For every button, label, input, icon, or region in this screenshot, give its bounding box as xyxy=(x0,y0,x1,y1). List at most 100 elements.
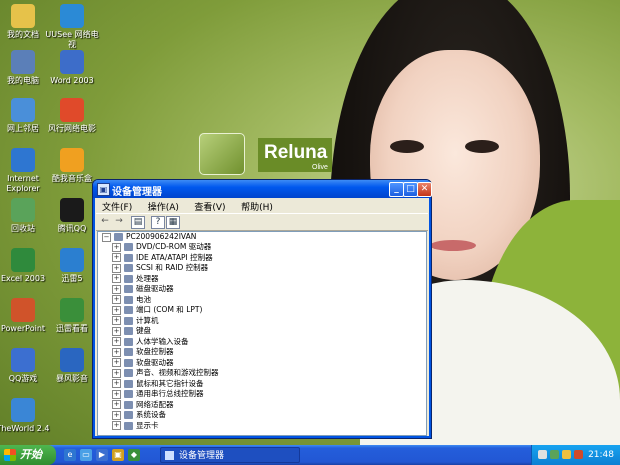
desktop-icon-label: 酷我音乐盒 xyxy=(52,174,92,183)
tree-item[interactable]: + DVD/CD-ROM 驱动器 xyxy=(112,242,211,252)
windows-logo-icon xyxy=(199,133,245,175)
expand-icon[interactable]: + xyxy=(112,358,121,367)
tree-item-label: 显示卡 xyxy=(136,420,159,430)
tree-item[interactable]: + 软盘驱动器 xyxy=(112,358,174,368)
menu-help[interactable]: 帮助(H) xyxy=(235,199,279,214)
network-tray-icon[interactable] xyxy=(550,450,559,459)
tree-item[interactable]: + SCSI 和 RAID 控制器 xyxy=(112,263,208,273)
network-icon xyxy=(11,98,35,122)
expand-icon[interactable]: + xyxy=(112,347,121,357)
console-tree-icon[interactable]: ▤ xyxy=(131,216,145,229)
tree-item[interactable]: + 软盘控制器 xyxy=(112,347,174,357)
properties-icon[interactable]: ? xyxy=(151,216,165,229)
expand-icon[interactable]: + xyxy=(112,295,121,304)
tree-item[interactable]: + 处理器 xyxy=(112,274,159,284)
desktop-icon[interactable]: 风行网络电影 xyxy=(42,98,102,134)
minimize-button[interactable]: _ xyxy=(389,182,404,197)
maximize-button[interactable]: □ xyxy=(403,182,418,197)
tree-item[interactable]: + 显示卡 xyxy=(112,421,159,431)
app-tray-icon[interactable] xyxy=(562,450,571,459)
forward-arrow-icon[interactable]: → xyxy=(113,216,125,227)
tree-item-label: IDE ATA/ATAPI 控制器 xyxy=(136,252,213,262)
device-category-icon xyxy=(124,264,133,272)
expand-icon[interactable]: + xyxy=(112,400,121,409)
expand-icon[interactable]: + xyxy=(112,326,121,336)
desktop-icon-label: PowerPoint xyxy=(0,324,46,333)
close-button[interactable]: ✕ xyxy=(417,182,432,197)
tree-item-label: 网络适配器 xyxy=(136,399,174,409)
back-arrow-icon[interactable]: ← xyxy=(99,216,111,227)
desktop-icon[interactable]: TheWorld 2.4 xyxy=(0,398,53,434)
expand-icon[interactable]: + xyxy=(112,253,121,262)
tree-item[interactable]: + IDE ATA/ATAPI 控制器 xyxy=(112,253,213,263)
tree-item[interactable]: + 电池 xyxy=(112,295,151,305)
expand-icon[interactable]: + xyxy=(112,389,121,399)
excel-icon xyxy=(11,248,35,272)
expand-icon[interactable]: + xyxy=(112,274,121,283)
tree-item[interactable]: + 键盘 xyxy=(112,326,151,336)
expand-icon[interactable]: + xyxy=(112,368,121,378)
tree-root[interactable]: − PC200906242IVAN xyxy=(102,232,196,242)
tree-item[interactable]: + 声音、视频和游戏控制器 xyxy=(112,368,219,378)
desktop-icon-label: 暴风影音 xyxy=(56,374,88,383)
device-tree[interactable]: − PC200906242IVAN + DVD/CD-ROM 驱动器 + IDE ATA… xyxy=(97,231,427,436)
device-category-icon xyxy=(124,348,133,356)
expand-icon[interactable]: + xyxy=(112,242,121,252)
tree-item-label: 声音、视频和游戏控制器 xyxy=(136,368,219,377)
explorer-quicklaunch-icon[interactable]: ▣ xyxy=(112,449,124,461)
expand-icon[interactable]: + xyxy=(112,284,121,294)
app-quicklaunch-icon[interactable]: ◆ xyxy=(128,449,140,461)
clock[interactable]: 21:48 xyxy=(588,445,614,465)
refresh-icon[interactable]: ▦ xyxy=(166,216,180,229)
tree-item[interactable]: + 端口 (COM 和 LPT) xyxy=(112,305,202,315)
window-titlebar[interactable]: ▣ 设备管理器 _ □ ✕ xyxy=(93,180,432,198)
tree-item[interactable]: + 系统设备 xyxy=(112,410,166,420)
desktop-icon[interactable]: 酷我音乐盒 xyxy=(42,148,102,184)
desktop-quicklaunch-icon[interactable]: ▭ xyxy=(80,449,92,461)
tree-item[interactable]: + 磁盘驱动器 xyxy=(112,284,174,294)
tree-item[interactable]: + 通用串行总线控制器 xyxy=(112,389,204,399)
menu-view[interactable]: 查看(V) xyxy=(188,199,231,214)
device-manager-window[interactable]: ▣ 设备管理器 _ □ ✕ 文件(F) 操作(A) 查看(V) 帮助(H) ← … xyxy=(92,179,432,439)
security-tray-icon[interactable] xyxy=(574,450,583,459)
desktop-icon-label: Word 2003 xyxy=(50,76,94,85)
tree-item[interactable]: + 人体学输入设备 xyxy=(112,337,189,347)
device-category-icon xyxy=(124,369,133,377)
menu-file[interactable]: 文件(F) xyxy=(96,199,138,214)
tree-item-label: DVD/CD-ROM 驱动器 xyxy=(136,242,212,251)
start-button[interactable]: 开始 xyxy=(0,445,56,465)
tree-item-label: 端口 (COM 和 LPT) xyxy=(136,305,203,314)
device-category-icon xyxy=(124,243,133,251)
desktop-icon-label: 回收站 xyxy=(11,224,35,233)
tree-item[interactable]: + 网络适配器 xyxy=(112,400,174,410)
window-title: 设备管理器 xyxy=(112,187,162,198)
device-category-icon xyxy=(124,400,133,409)
tree-item-label: 系统设备 xyxy=(136,410,166,419)
desktop-icon-label: 我的文档 xyxy=(7,30,39,39)
device-category-icon xyxy=(124,285,133,293)
collapse-icon[interactable]: − xyxy=(102,232,111,242)
device-category-icon xyxy=(124,411,133,419)
expand-icon[interactable]: + xyxy=(112,410,121,420)
tree-item-label: 人体学输入设备 xyxy=(136,336,189,346)
tree-item[interactable]: + 鼠标和其它指针设备 xyxy=(112,379,204,389)
device-category-icon xyxy=(124,274,133,283)
desktop-icon[interactable]: UUSee 网络电视 xyxy=(42,4,102,50)
expand-icon[interactable]: + xyxy=(112,421,121,430)
volume-tray-icon[interactable] xyxy=(538,450,547,459)
desktop-icon[interactable]: Word 2003 xyxy=(42,50,102,86)
taskbar-device-manager-button[interactable]: 设备管理器 xyxy=(160,447,300,463)
tree-item[interactable]: + 计算机 xyxy=(112,316,159,326)
qq-game-icon xyxy=(11,348,35,372)
expand-icon[interactable]: + xyxy=(112,316,121,325)
desktop-icon-label: 风行网络电影 xyxy=(48,124,96,133)
expand-icon[interactable]: + xyxy=(112,379,121,388)
expand-icon[interactable]: + xyxy=(112,305,121,315)
menu-action[interactable]: 操作(A) xyxy=(142,199,185,214)
expand-icon[interactable]: + xyxy=(112,263,121,273)
ie-quicklaunch-icon[interactable]: e xyxy=(64,449,76,461)
desktop-icon-label: Internet Explorer xyxy=(6,174,40,193)
expand-icon[interactable]: + xyxy=(112,337,121,346)
media-quicklaunch-icon[interactable]: ▶ xyxy=(96,449,108,461)
device-category-icon xyxy=(124,306,133,314)
